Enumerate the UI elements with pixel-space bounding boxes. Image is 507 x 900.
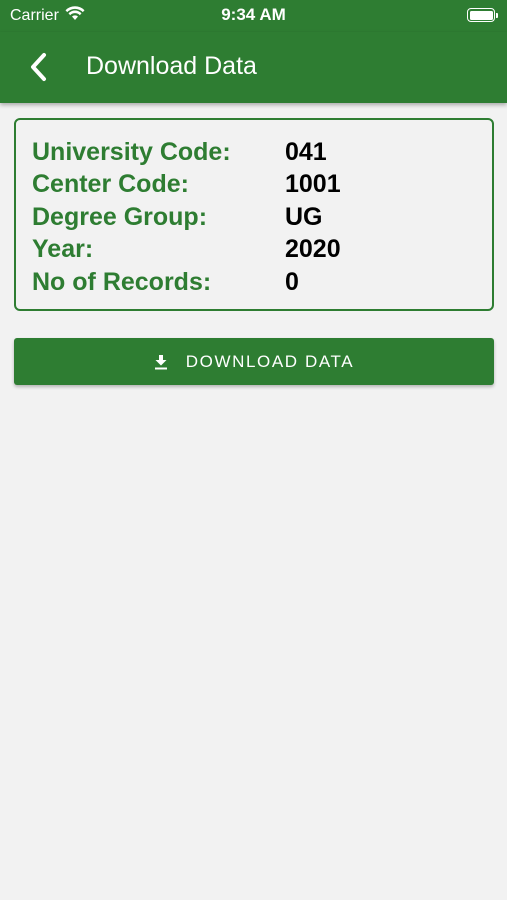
battery-icon <box>467 8 498 22</box>
info-value: 2020 <box>285 235 341 264</box>
info-label: Year: <box>32 235 94 264</box>
download-data-button[interactable]: DOWNLOAD DATA <box>14 338 494 385</box>
info-card: University Code: 041 Center Code: 1001 D… <box>14 118 494 311</box>
status-bar: Carrier 9:34 AM <box>0 0 507 32</box>
info-value: UG <box>285 202 323 231</box>
info-row-record-count: No of Records: 0 <box>32 266 492 299</box>
info-row-university-code: University Code: 041 <box>32 136 492 169</box>
info-label: Center Code: <box>32 170 189 199</box>
info-value: 0 <box>285 267 299 296</box>
app-bar: Download Data <box>0 32 507 103</box>
download-button-label: DOWNLOAD DATA <box>185 351 355 371</box>
status-time: 9:34 AM <box>221 5 286 24</box>
info-value: 041 <box>285 137 327 166</box>
page-title: Download Data <box>86 52 257 80</box>
info-row-center-code: Center Code: 1001 <box>32 169 492 202</box>
chevron-left-icon <box>31 53 46 81</box>
back-button[interactable] <box>22 50 56 84</box>
info-label: No of Records: <box>32 267 212 296</box>
info-label: Degree Group: <box>32 202 208 231</box>
info-label: University Code: <box>32 137 231 166</box>
download-icon <box>154 354 167 369</box>
info-row-year: Year: 2020 <box>32 234 492 267</box>
info-value: 1001 <box>285 170 341 199</box>
info-row-degree-group: Degree Group: UG <box>32 201 492 234</box>
